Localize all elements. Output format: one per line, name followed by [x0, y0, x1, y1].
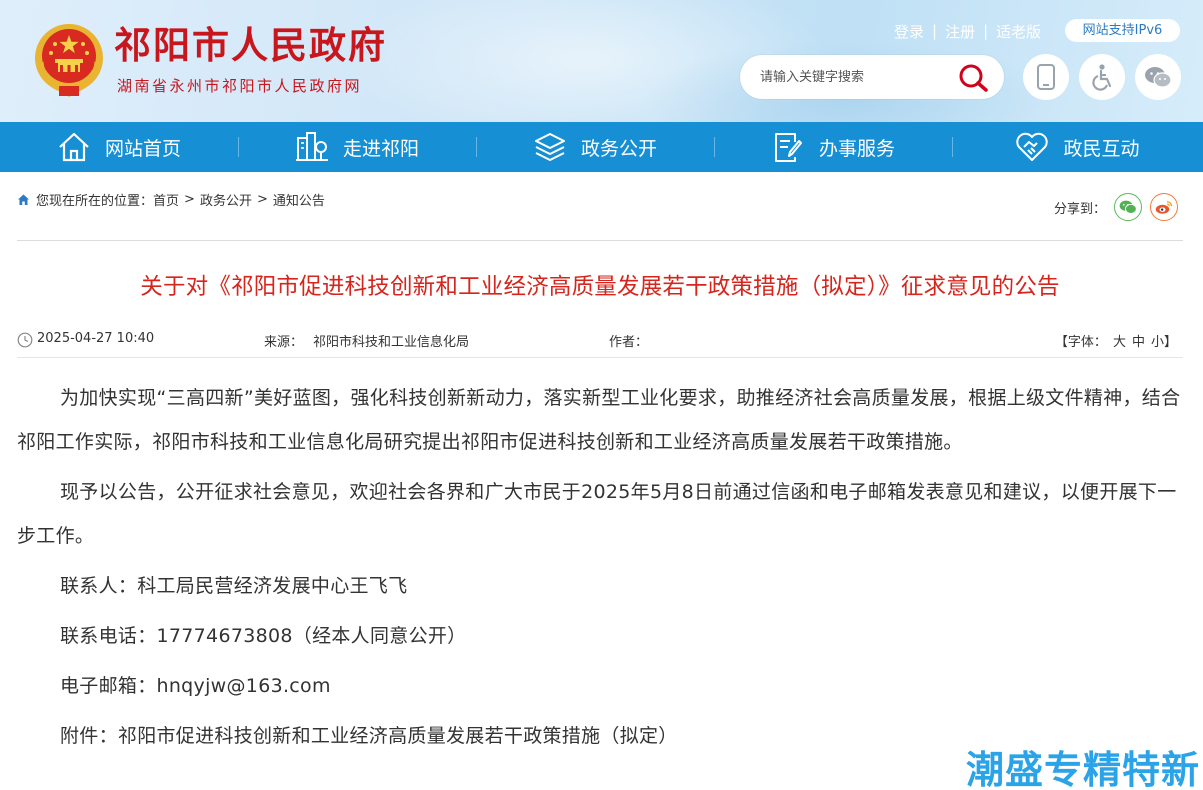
font-size-medium[interactable]: 中	[1132, 335, 1145, 350]
font-size-close: 】	[1163, 335, 1177, 350]
search-input[interactable]	[760, 66, 960, 88]
font-size-small[interactable]: 小	[1151, 335, 1164, 350]
link-separator: |	[932, 22, 938, 40]
site-subtitle: 湖南省永州市祁阳市人民政府网	[117, 77, 363, 95]
breadcrumb-notices[interactable]: 通知公告	[273, 190, 325, 209]
wechat-icon	[1145, 67, 1172, 88]
share-bar: 分享到：	[1054, 193, 1179, 221]
wechat-button[interactable]	[1135, 54, 1181, 100]
nav-item-label: 走进祁阳	[342, 137, 419, 160]
article-source: 来源： 祁阳市科技和工业信息化局	[264, 331, 469, 350]
article-title: 关于对《祁阳市促进科技创新和工业经济高质量发展若干政策措施（拟定）》征求意见的公…	[140, 274, 1060, 300]
breadcrumb-prefix: 您现在所在的位置：	[36, 194, 154, 209]
watermark: 潮盛专精特新	[966, 748, 1201, 790]
nav-item-label: 政务公开	[580, 137, 657, 160]
publish-date: 2025-04-27 10:40	[37, 331, 155, 346]
mobile-icon	[1037, 64, 1055, 90]
home-icon	[59, 132, 89, 162]
search-icon[interactable]	[958, 63, 990, 93]
register-link[interactable]: 注册	[945, 21, 975, 42]
contact-phone: 联系电话：17774673808（经本人同意公开）	[60, 625, 467, 647]
weibo-icon	[1155, 201, 1173, 214]
font-size-label: 【字体：	[1054, 335, 1107, 350]
nav-item-about[interactable]: 走进祁阳	[238, 122, 476, 172]
font-size-control: 【字体： 大中小】	[1055, 331, 1177, 350]
home-icon	[18, 194, 29, 205]
source-value: 祁阳市科技和工业信息化局	[313, 335, 470, 350]
elder-mode-link[interactable]: 适老版	[996, 21, 1041, 42]
national-emblem-icon	[35, 24, 103, 98]
breadcrumb-separator: >	[184, 192, 195, 207]
article-meta: 2025-04-27 10:40 来源： 祁阳市科技和工业信息化局 作者： 【字体…	[17, 330, 1183, 352]
source-label: 来源：	[264, 335, 304, 350]
author-label: 作者：	[609, 335, 649, 350]
wechat-icon	[1119, 200, 1137, 214]
breadcrumb-gov-info[interactable]: 政务公开	[200, 190, 252, 209]
paragraph: 现予以公告，公开征求社会意见，欢迎社会各界和广大市民于2025年5月8日前通过信…	[17, 481, 1177, 547]
divider	[17, 357, 1183, 358]
city-icon	[295, 132, 328, 161]
login-link[interactable]: 登录	[894, 21, 924, 42]
site-title: 祁阳市人民政府	[114, 23, 387, 67]
ipv6-badge: 网站支持IPv6	[1065, 19, 1180, 42]
breadcrumb-home[interactable]: 首页	[153, 190, 179, 209]
nav-item-label: 办事服务	[818, 137, 895, 160]
clock-icon	[17, 332, 33, 348]
nav-item-label: 网站首页	[104, 137, 181, 160]
nav-item-label: 政民互动	[1063, 137, 1140, 160]
handshake-heart-icon	[1016, 132, 1049, 161]
article-body: 为加快实现“三高四新”美好蓝图，强化科技创新新动力，落实新型工业化要求，助推经济…	[17, 376, 1183, 758]
accessibility-button[interactable]	[1079, 54, 1125, 100]
divider	[17, 240, 1183, 241]
document-edit-icon	[774, 133, 802, 162]
nav-item-home[interactable]: 网站首页	[0, 122, 238, 172]
accessibility-icon	[1092, 64, 1112, 91]
paragraph: 为加快实现“三高四新”美好蓝图，强化科技创新新动力，落实新型工业化要求，助推经济…	[17, 387, 1181, 453]
main-nav: 网站首页 走进祁阳 政务公开 办事服务 政民互动	[0, 122, 1203, 172]
search-box	[740, 55, 1004, 99]
nav-item-interaction[interactable]: 政民互动	[952, 122, 1203, 172]
contact-email: 电子邮箱：hnqyjw@163.com	[60, 675, 331, 697]
site-header: 祁阳市人民政府 湖南省永州市祁阳市人民政府网 登录 | 注册 | 适老版 网站支…	[0, 0, 1203, 122]
font-size-large[interactable]: 大	[1113, 335, 1126, 350]
breadcrumb: 您现在所在的位置： 首页 > 政务公开 > 通知公告	[17, 190, 325, 209]
breadcrumb-separator: >	[256, 192, 268, 207]
share-wechat-button[interactable]	[1114, 193, 1143, 221]
share-label: 分享到：	[1054, 201, 1107, 217]
contact-person: 联系人：科工局民营经济发展中心王飞飞	[60, 575, 408, 597]
link-separator: |	[983, 22, 989, 40]
share-weibo-button[interactable]	[1150, 193, 1179, 221]
nav-item-gov-info[interactable]: 政务公开	[476, 122, 714, 172]
mobile-button[interactable]	[1023, 54, 1069, 100]
nav-item-services[interactable]: 办事服务	[714, 122, 952, 172]
layers-icon	[534, 133, 565, 161]
top-links: 登录 | 注册 | 适老版	[894, 20, 1041, 42]
